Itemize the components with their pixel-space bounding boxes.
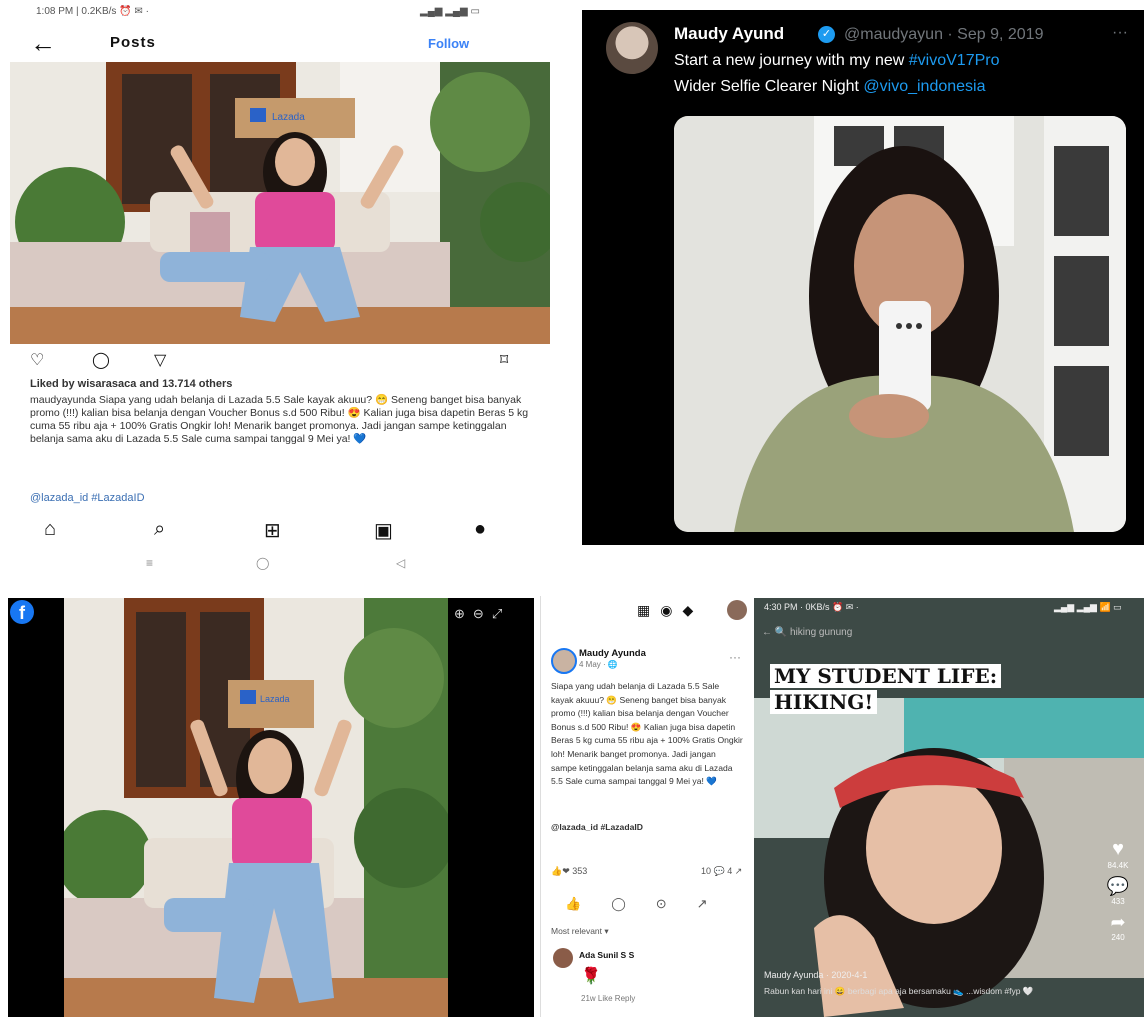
fullscreen-icon[interactable]: ⤢ <box>492 606 510 621</box>
box-label: Lazada <box>272 112 305 123</box>
twitter-post-screenshot: Maudy Ayund ✓ @maudyayun · Sep 9, 2019 ·… <box>582 10 1144 545</box>
top-icons: ▦◉◆ <box>637 602 703 619</box>
facebook-logo-icon[interactable]: f <box>10 600 34 624</box>
tweet-photo-illustration <box>674 116 1126 532</box>
side-actions: ♥ 84.4K 💬 433 ➦ 240 <box>1098 838 1138 942</box>
commenter-avatar[interactable] <box>553 948 573 968</box>
avatar[interactable] <box>727 600 747 620</box>
avatar[interactable] <box>606 22 658 74</box>
post-actions: ♡ ◯ ▽ ⌑ <box>30 350 530 370</box>
mention-link[interactable]: @vivo_indonesia <box>863 78 985 95</box>
photo-illustration: Lazada <box>10 62 550 344</box>
post-caption: maudyayunda Siapa yang udah belanja di L… <box>30 394 529 445</box>
commenter-name[interactable]: Ada Sunil S S <box>579 950 634 960</box>
post-text: Siapa yang udah belanja di Lazada 5.5 Sa… <box>551 681 743 787</box>
fb-photo-illustration: Lazada <box>64 598 448 1017</box>
heart-icon[interactable]: ♥ <box>1098 838 1138 861</box>
bottom-navigation: ⌂ ⌕ ⊞ ▣ ● <box>44 518 504 542</box>
back-button-icon[interactable]: ◁ <box>396 556 405 570</box>
status-bar-right: ▂▄▆ ▂▄▆ 📶 ▭ <box>1054 602 1122 612</box>
profile-avatar-icon[interactable]: ● <box>474 518 486 541</box>
messenger-share-icon[interactable]: ⊙ <box>656 896 697 911</box>
like-count: 84.4K <box>1107 861 1129 870</box>
post-photo[interactable]: Lazada <box>10 62 550 344</box>
tweet-text-line-1: Start a new journey with my new #vivoV17… <box>674 52 999 70</box>
hashtag-link[interactable]: #vivoV17Pro <box>909 52 1000 69</box>
comment-icon[interactable]: 💬 <box>1098 876 1138 897</box>
more-options-icon[interactable]: ··· <box>1112 24 1128 42</box>
search-bar[interactable]: ← 🔍 hiking gunung <box>762 622 1134 644</box>
tweet-text-prefix-2: Wider Selfie Clearer Night <box>674 78 864 95</box>
comment-count: 433 <box>1111 897 1125 906</box>
reactions-count[interactable]: 👍❤ 353 <box>551 866 587 877</box>
messenger-icon[interactable]: ◉ <box>660 602 682 618</box>
add-post-icon[interactable]: ⊞ <box>264 518 281 543</box>
share-icon[interactable]: ➦ <box>1098 912 1138 933</box>
facebook-photo[interactable]: Lazada <box>64 598 448 1017</box>
home-button-icon[interactable]: ◯ <box>256 556 269 570</box>
home-icon[interactable]: ⌂ <box>44 518 56 541</box>
viewer-tools: ⊕⊖⤢ <box>454 606 510 622</box>
comment-actions[interactable]: 21w Like Reply <box>581 994 635 1003</box>
likes-count: Liked by wisarasaca and 13.714 others <box>30 378 233 390</box>
notification-icon[interactable]: ◆ <box>682 602 703 618</box>
status-bar-left: 1:08 PM | 0.2KB/s ⏰ ✉ · <box>36 6 149 17</box>
status-bar-left: 4:30 PM · 0KB/s ⏰ ✉ · <box>764 602 859 612</box>
comments-shares-count[interactable]: 10 💬 4 ↗ <box>701 866 742 877</box>
video-caption-line-2: HIKING! <box>770 690 878 714</box>
facebook-post-panel: ▦◉◆ Maudy Ayunda 4 May · 🌐 ··· Siapa yan… <box>540 596 751 1017</box>
heart-icon[interactable]: ♡ <box>30 350 44 370</box>
post-tags[interactable]: @lazada_id #LazadaID <box>30 492 145 504</box>
tweet-handle-date[interactable]: @maudyayun · Sep 9, 2019 <box>844 26 1043 44</box>
verified-badge-icon: ✓ <box>818 26 835 43</box>
tiktok-video-screenshot: 4:30 PM · 0KB/s ⏰ ✉ · ▂▄▆ ▂▄▆ 📶 ▭ ← 🔍 hi… <box>754 598 1144 1017</box>
post-time: 4 May · 🌐 <box>579 660 618 669</box>
tweet-text-line-2: Wider Selfie Clearer Night @vivo_indones… <box>674 78 986 96</box>
like-icon[interactable]: 👍 <box>565 896 611 911</box>
reels-icon[interactable]: ▣ <box>374 518 393 543</box>
fb-box-label: Lazada <box>260 694 290 704</box>
tweet-text-prefix: Start a new journey with my new <box>674 52 909 69</box>
post-action-row: 👍◯⊙↗ <box>565 896 738 912</box>
menu-icon[interactable]: ▦ <box>637 602 660 618</box>
video-author[interactable]: Maudy Ayunda · 2020-4-1 <box>764 970 867 980</box>
instagram-post-screenshot: 1:08 PM | 0.2KB/s ⏰ ✉ · ▂▄▆ ▂▄▆ ▭ ← Post… <box>0 0 560 580</box>
bookmark-icon[interactable]: ⌑ <box>500 350 508 370</box>
share-icon[interactable]: ▽ <box>154 350 166 370</box>
comment-icon[interactable]: ◯ <box>92 350 110 370</box>
tweet-author-name[interactable]: Maudy Ayund <box>674 24 784 44</box>
post-tags[interactable]: @lazada_id #LazadaID <box>551 822 643 832</box>
status-bar-right: ▂▄▆ ▂▄▆ ▭ <box>420 6 480 17</box>
tiktok-video-frame[interactable] <box>754 598 1144 1017</box>
share-count: 240 <box>1111 933 1125 942</box>
more-options-icon[interactable]: ··· <box>729 650 741 664</box>
comment-emoji: 🌹 <box>581 968 601 985</box>
recent-apps-icon[interactable]: ≡ <box>146 556 153 570</box>
tweet-photo[interactable] <box>674 116 1126 532</box>
back-arrow-icon[interactable]: ← <box>30 30 56 56</box>
video-caption-line-1: MY STUDENT LIFE: <box>770 664 1002 688</box>
zoom-out-icon[interactable]: ⊖ <box>473 606 492 621</box>
facebook-photo-viewer: f ⊕⊖⤢ Lazada <box>8 598 534 1017</box>
post-author-name[interactable]: Maudy Ayunda <box>579 648 646 659</box>
comment-sort[interactable]: Most relevant ▾ <box>551 926 609 937</box>
page-title: Posts <box>110 34 156 51</box>
comment-icon[interactable]: ◯ <box>611 896 656 911</box>
zoom-in-icon[interactable]: ⊕ <box>454 606 473 621</box>
follow-button[interactable]: Follow <box>428 36 469 51</box>
share-icon[interactable]: ↗ <box>697 896 738 911</box>
video-description: Rabun kan hari ini 😄 berbagi apa aja ber… <box>764 986 1034 996</box>
search-icon[interactable]: ⌕ <box>154 518 165 541</box>
post-author-avatar[interactable] <box>551 648 577 674</box>
